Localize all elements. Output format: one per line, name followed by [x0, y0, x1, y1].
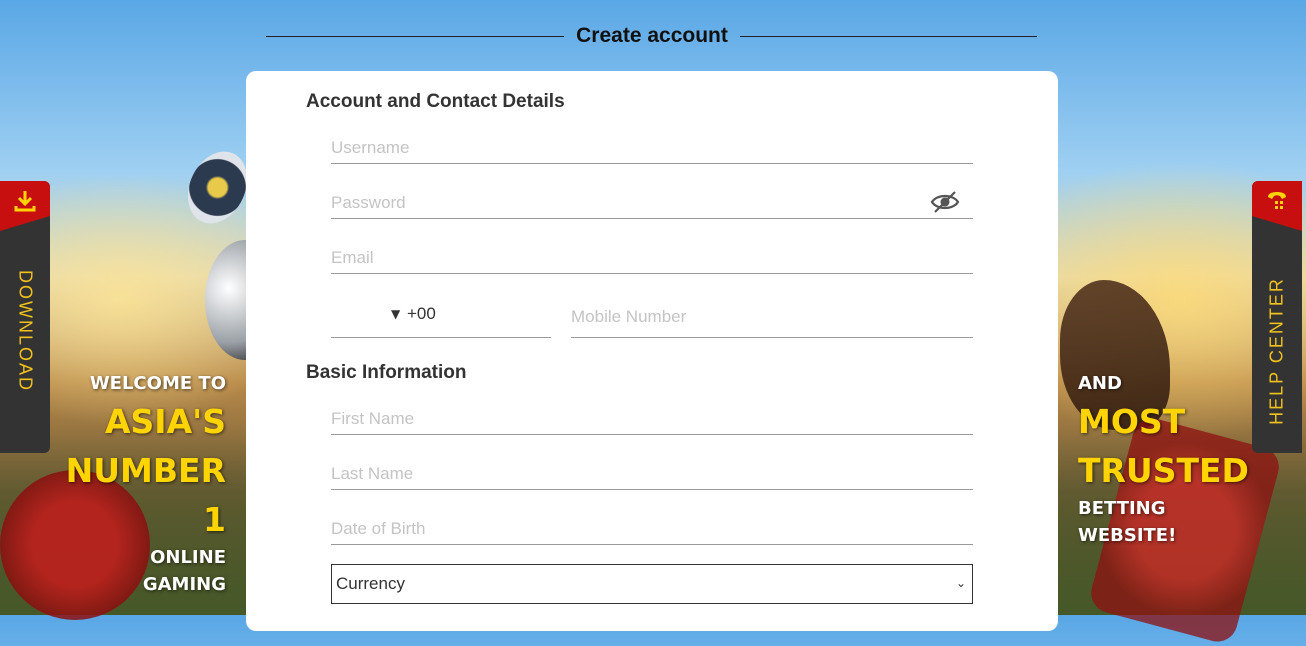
chevron-down-icon: ⌄: [955, 576, 966, 590]
title-divider-left: [266, 36, 564, 37]
section-title-basic: Basic Information: [306, 362, 467, 383]
download-label: DOWNLOAD: [15, 269, 36, 393]
promo-left-line: WELCOME TO: [89, 373, 226, 394]
last-name-input[interactable]: [331, 459, 973, 490]
download-icon: [14, 191, 36, 212]
first-name-input[interactable]: [331, 404, 973, 435]
registration-form: Account and Contact Details ▼ +00 Basic …: [246, 71, 1058, 631]
country-code-value: +00: [407, 304, 436, 323]
promo-right-line: MOST: [1078, 402, 1186, 441]
download-tab[interactable]: DOWNLOAD: [0, 181, 50, 453]
help-center-tab[interactable]: HELP CENTER: [1252, 181, 1302, 453]
promo-left-line: GAMING: [142, 574, 226, 595]
currency-value: Currency: [336, 574, 405, 593]
promo-right-line: BETTING: [1078, 498, 1166, 519]
promo-left-line: NUMBER: [65, 451, 226, 490]
section-title-account: Account and Contact Details: [306, 91, 565, 112]
date-of-birth-input[interactable]: [331, 514, 973, 545]
promo-right-line: WEBSITE!: [1078, 525, 1177, 546]
title-divider-right: [740, 36, 1037, 37]
promo-right-line: TRUSTED: [1078, 451, 1249, 490]
eye-slash-icon[interactable]: [930, 189, 960, 215]
country-code-select[interactable]: ▼ +00: [331, 297, 551, 338]
password-input[interactable]: [331, 188, 973, 219]
promo-left: WELCOME TO ASIA'S NUMBER 1 ONLINE GAMING: [66, 370, 226, 598]
promo-left-line: ONLINE: [150, 547, 226, 568]
mobile-number-input[interactable]: [571, 297, 973, 338]
caret-down-icon: ▼: [391, 307, 401, 321]
promo-right: AND MOST TRUSTED BETTING WEBSITE!: [1078, 370, 1249, 549]
promo-right-line: AND: [1078, 373, 1122, 394]
currency-select[interactable]: Currency ⌄: [331, 564, 973, 604]
page-title: Create account: [576, 24, 728, 47]
phone-icon: [1268, 192, 1286, 209]
promo-left-line: 1: [203, 500, 226, 539]
username-input[interactable]: [331, 133, 973, 164]
promo-left-line: ASIA'S: [105, 402, 226, 441]
email-input[interactable]: [331, 243, 973, 274]
help-center-label: HELP CENTER: [1266, 277, 1287, 425]
